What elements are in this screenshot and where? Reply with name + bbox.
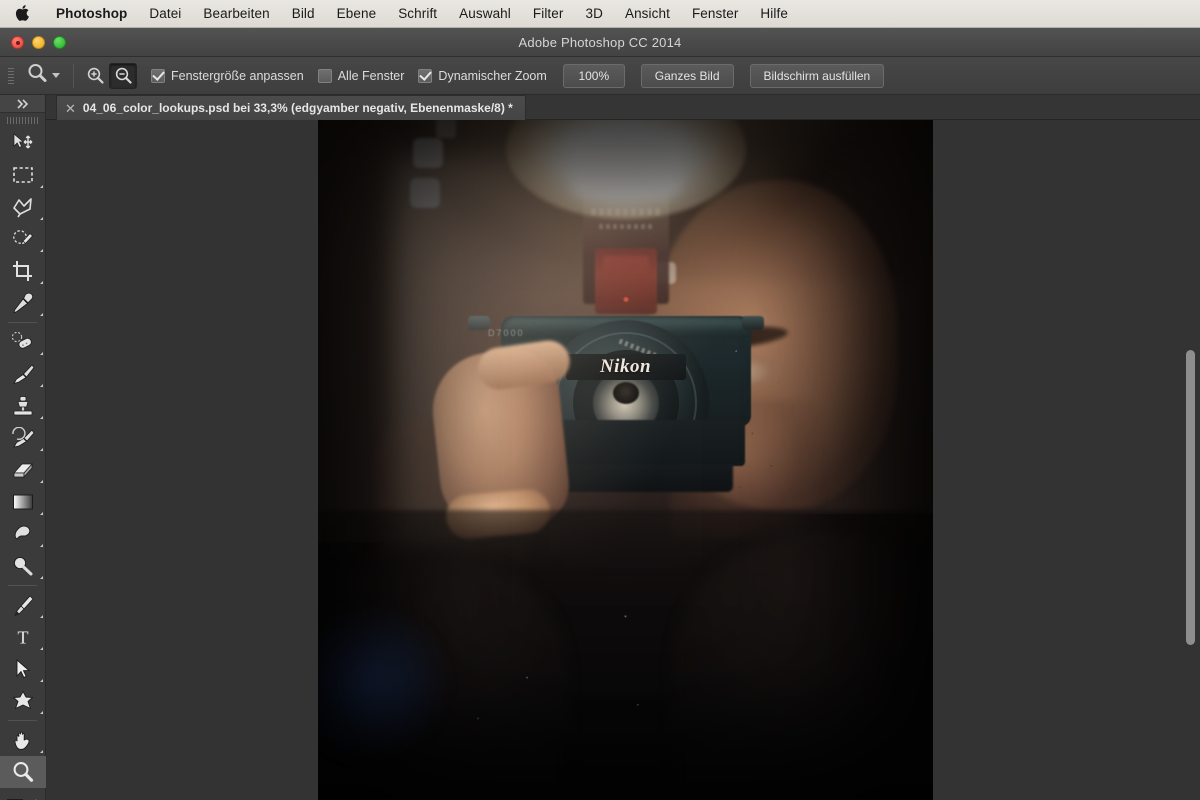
document-tab-label: 04_06_color_lookups.psd bei 33,3% (edgya… bbox=[82, 101, 513, 115]
shape-tool[interactable] bbox=[0, 685, 46, 717]
collapse-panel-button[interactable] bbox=[0, 95, 45, 113]
document-image[interactable]: D7000 Nikon bbox=[318, 120, 933, 800]
tool-submenu-indicator bbox=[40, 544, 43, 547]
tool-submenu-indicator bbox=[40, 217, 43, 220]
checkbox-label: Alle Fenster bbox=[337, 68, 405, 83]
tool-submenu-indicator bbox=[40, 281, 43, 284]
checkbox-fenstergroesse-anpassen[interactable]: Fenstergröße anpassen bbox=[151, 68, 304, 83]
quick-selection-tool[interactable] bbox=[0, 223, 46, 255]
tool-submenu-indicator bbox=[40, 615, 43, 618]
checkbox-box[interactable] bbox=[317, 68, 332, 83]
menu-item-bearbeiten[interactable]: Bearbeiten bbox=[192, 0, 280, 28]
apple-logo-icon[interactable] bbox=[14, 3, 31, 23]
type-tool[interactable]: T bbox=[0, 621, 46, 653]
checkbox-alle-fenster[interactable]: Alle Fenster bbox=[317, 68, 405, 83]
menu-item-hilfe[interactable]: Hilfe bbox=[749, 0, 799, 28]
zoom-tool[interactable] bbox=[0, 756, 46, 788]
history-brush-tool[interactable] bbox=[0, 422, 46, 454]
window-title: Adobe Photoshop CC 2014 bbox=[518, 34, 682, 50]
dodge-tool[interactable] bbox=[0, 550, 46, 582]
checkbox-label: Dynamischer Zoom bbox=[438, 68, 547, 83]
minimize-button[interactable] bbox=[32, 36, 45, 49]
menu-item-schrift[interactable]: Schrift bbox=[387, 0, 448, 28]
image-vignette bbox=[318, 120, 933, 800]
vertical-scrollbar-track[interactable] bbox=[1181, 120, 1200, 800]
menu-item-filter[interactable]: Filter bbox=[522, 0, 575, 28]
tools-panel: T bbox=[0, 95, 46, 800]
document-tab[interactable]: ✕ 04_06_color_lookups.psd bei 33,3% (edg… bbox=[56, 95, 526, 120]
document-tab-strip: ✕ 04_06_color_lookups.psd bei 33,3% (edg… bbox=[46, 95, 1200, 120]
svg-text:T: T bbox=[18, 628, 29, 648]
fit-screen-button[interactable]: Ganzes Bild bbox=[640, 63, 734, 88]
clone-stamp-tool[interactable] bbox=[0, 390, 46, 422]
canvas-area[interactable]: D7000 Nikon bbox=[46, 120, 1200, 800]
menu-item-datei[interactable]: Datei bbox=[138, 0, 192, 28]
zoom-in-button[interactable] bbox=[81, 63, 109, 89]
close-tab-icon[interactable]: ✕ bbox=[65, 102, 76, 115]
tools-divider bbox=[8, 322, 37, 323]
tools-divider bbox=[8, 720, 37, 721]
tool-submenu-indicator bbox=[40, 384, 43, 387]
tool-preset-picker[interactable] bbox=[20, 62, 66, 89]
rectangular-marquee-tool[interactable] bbox=[0, 159, 46, 191]
pen-tool[interactable] bbox=[0, 589, 46, 621]
divider bbox=[73, 63, 74, 88]
menu-item-bild[interactable]: Bild bbox=[281, 0, 326, 28]
brush-tool[interactable] bbox=[0, 358, 46, 390]
menu-item-ebene[interactable]: Ebene bbox=[326, 0, 388, 28]
window-controls bbox=[11, 36, 66, 49]
hand-tool[interactable] bbox=[0, 724, 46, 756]
tool-submenu-indicator bbox=[40, 352, 43, 355]
window-title-bar: Adobe Photoshop CC 2014 bbox=[0, 28, 1200, 57]
tool-options-bar: Fenstergröße anpassen Alle Fenster Dynam… bbox=[0, 57, 1200, 95]
tool-submenu-indicator bbox=[40, 249, 43, 252]
tool-submenu-indicator bbox=[40, 711, 43, 714]
menu-item-fenster[interactable]: Fenster bbox=[681, 0, 749, 28]
zoom-out-button[interactable] bbox=[109, 62, 137, 89]
zoom-tool-icon bbox=[26, 62, 48, 89]
chevron-down-icon[interactable] bbox=[52, 73, 60, 78]
healing-brush-tool[interactable] bbox=[0, 326, 46, 358]
close-button[interactable] bbox=[11, 36, 24, 49]
maximize-button[interactable] bbox=[53, 36, 66, 49]
tool-submenu-indicator bbox=[40, 185, 43, 188]
menu-item-photoshop[interactable]: Photoshop bbox=[45, 0, 138, 28]
tool-submenu-indicator bbox=[40, 679, 43, 682]
zoom-100-percent-button[interactable]: 100% bbox=[562, 63, 625, 88]
tool-submenu-indicator bbox=[40, 647, 43, 650]
gradient-tool[interactable] bbox=[0, 486, 46, 518]
checkbox-box[interactable] bbox=[151, 68, 165, 83]
tools-panel-grip[interactable] bbox=[0, 113, 45, 127]
checkbox-box[interactable] bbox=[418, 68, 433, 83]
options-bar-grip[interactable] bbox=[6, 63, 16, 89]
path-selection-tool[interactable] bbox=[0, 653, 46, 685]
macos-menu-bar: Photoshop Datei Bearbeiten Bild Ebene Sc… bbox=[0, 0, 1200, 28]
move-tool[interactable] bbox=[0, 127, 46, 159]
tool-submenu-indicator bbox=[40, 750, 43, 753]
menu-item-ansicht[interactable]: Ansicht bbox=[614, 0, 681, 28]
eraser-tool[interactable] bbox=[0, 454, 46, 486]
tool-submenu-indicator bbox=[40, 480, 43, 483]
menu-item-auswahl[interactable]: Auswahl bbox=[448, 0, 522, 28]
color-swatches[interactable]: ⇄ bbox=[0, 794, 45, 800]
tool-submenu-indicator bbox=[40, 448, 43, 451]
blur-tool[interactable] bbox=[0, 518, 46, 550]
checkbox-dynamischer-zoom[interactable]: Dynamischer Zoom bbox=[418, 68, 547, 83]
checkbox-label: Fenstergröße anpassen bbox=[171, 68, 304, 83]
vertical-scrollbar-thumb[interactable] bbox=[1186, 350, 1195, 645]
eyedropper-tool[interactable] bbox=[0, 287, 46, 319]
tool-submenu-indicator bbox=[40, 313, 43, 316]
tool-submenu-indicator bbox=[40, 576, 43, 579]
swap-colors-icon[interactable]: ⇄ bbox=[28, 796, 39, 800]
crop-tool[interactable] bbox=[0, 255, 46, 287]
lasso-tool[interactable] bbox=[0, 191, 46, 223]
photoshop-window: Photoshop Datei Bearbeiten Bild Ebene Sc… bbox=[0, 0, 1200, 800]
fill-screen-button[interactable]: Bildschirm ausfüllen bbox=[749, 63, 885, 88]
menu-item-3d[interactable]: 3D bbox=[575, 0, 614, 28]
tool-submenu-indicator bbox=[40, 416, 43, 419]
tool-submenu-indicator bbox=[40, 512, 43, 515]
tools-divider bbox=[8, 585, 37, 586]
